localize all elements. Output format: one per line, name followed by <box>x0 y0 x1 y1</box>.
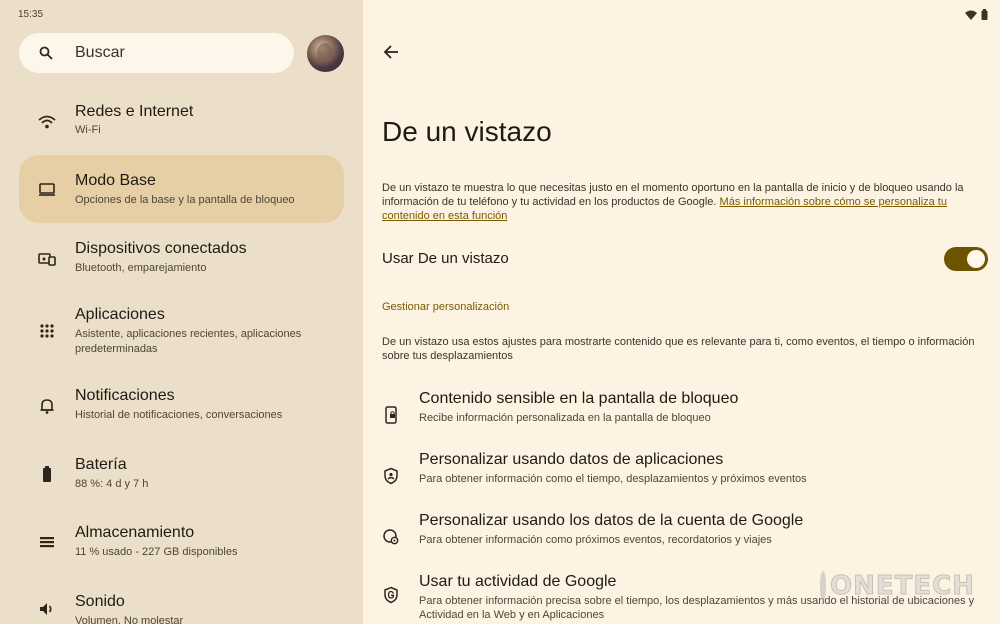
account-gear-icon <box>383 529 399 545</box>
sidebar-item-subtitle: Bluetooth, emparejamiento <box>75 262 207 274</box>
main-toggle-switch[interactable] <box>944 247 988 271</box>
bell-icon <box>40 399 54 414</box>
battery-status-icon <box>981 9 988 20</box>
switch-label: Usar De un vistazo <box>382 250 509 267</box>
search-label: Buscar <box>75 44 125 61</box>
sidebar-item-sound[interactable]: Sonido Volumen, No molestar <box>19 577 344 624</box>
sidebar-item-title: Redes e Internet <box>75 103 194 120</box>
section-heading: Gestionar personalización <box>382 301 510 313</box>
sidebar-item-subtitle: Opciones de la base y la pantalla de blo… <box>75 194 295 206</box>
sidebar-item-title: Batería <box>75 456 127 473</box>
shield-person-icon <box>384 467 398 485</box>
status-icons <box>965 9 988 20</box>
search-icon <box>39 46 53 60</box>
sidebar-item-subtitle: Historial de notificaciones, conversacio… <box>75 409 283 421</box>
apps-grid-icon <box>40 324 54 338</box>
sidebar-item-title: Dispositivos conectados <box>75 240 247 257</box>
sidebar-item-apps[interactable]: Aplicaciones Asistente, aplicaciones rec… <box>19 294 344 368</box>
sidebar-item-subtitle: Asistente, aplicaciones recientes, aplic… <box>75 328 302 355</box>
google-shield-icon <box>384 586 398 604</box>
sidebar-item-battery[interactable]: Batería 88 %: 4 d y 7 h <box>19 440 344 508</box>
back-arrow-icon[interactable] <box>383 44 399 60</box>
main-switch-row[interactable]: Usar De un vistazo <box>382 246 988 272</box>
option-title: Usar tu actividad de Google <box>419 573 617 590</box>
option-personalize-app-data[interactable]: Personalizar usando datos de aplicacione… <box>382 451 988 501</box>
watermark-circle-icon <box>820 571 826 601</box>
sidebar-item-title: Modo Base <box>75 172 156 189</box>
search-bar[interactable]: Buscar <box>19 33 294 73</box>
option-lockscreen-sensitive[interactable]: Contenido sensible en la pantalla de blo… <box>382 390 988 440</box>
storage-icon <box>40 537 54 548</box>
page-title: De un vistazo <box>382 116 552 147</box>
sidebar-item-storage[interactable]: Almacenamiento 11 % usado - 227 GB dispo… <box>19 508 344 576</box>
option-personalize-account-data[interactable]: Personalizar usando los datos de la cuen… <box>382 512 988 562</box>
sidebar-item-title: Sonido <box>75 593 125 610</box>
watermark-logo: ONETECH <box>820 566 974 606</box>
sidebar-item-subtitle: 88 %: 4 d y 7 h <box>75 478 149 490</box>
status-time: 15:35 <box>18 9 44 20</box>
sidebar-item-dock-mode[interactable]: Modo Base Opciones de la base y la panta… <box>19 155 344 223</box>
battery-icon <box>43 466 51 482</box>
sidebar-item-subtitle: Wi-Fi <box>75 124 101 136</box>
dock-icon <box>39 183 55 196</box>
page-description: De un vistazo te muestra lo que necesita… <box>382 181 972 223</box>
sidebar-item-notifications[interactable]: Notificaciones Historial de notificacion… <box>19 372 344 440</box>
wifi-icon <box>38 115 56 129</box>
watermark-text: ONETECH <box>830 571 975 602</box>
sidebar-item-subtitle: 11 % usado - 227 GB disponibles <box>75 546 238 558</box>
wifi-status-icon <box>965 10 977 20</box>
avatar[interactable] <box>307 35 344 72</box>
devices-icon <box>38 253 56 266</box>
sidebar-item-network[interactable]: Redes e Internet Wi-Fi <box>19 88 344 156</box>
sidebar-item-subtitle: Volumen, No molestar <box>75 615 184 624</box>
toggle-knob <box>967 250 985 268</box>
sidebar-item-title: Aplicaciones <box>75 306 165 323</box>
detail-pane: De un vistazo De un vistazo te muestra l… <box>363 0 1000 624</box>
option-title: Personalizar usando los datos de la cuen… <box>419 512 804 529</box>
section-description: De un vistazo usa estos ajustes para mos… <box>382 336 975 362</box>
sidebar-item-connected-devices[interactable]: Dispositivos conectados Bluetooth, empar… <box>19 225 344 293</box>
sidebar-item-title: Notificaciones <box>75 387 175 404</box>
settings-sidebar: 15:35 Buscar Redes e Internet Wi-Fi Modo… <box>0 0 363 624</box>
volume-icon <box>40 603 52 615</box>
sidebar-item-title: Almacenamiento <box>75 524 195 541</box>
option-subtitle: Recibe información personalizada en la p… <box>419 412 711 424</box>
option-subtitle: Para obtener información como próximos e… <box>419 534 772 546</box>
option-title: Personalizar usando datos de aplicacione… <box>419 451 724 468</box>
option-title: Contenido sensible en la pantalla de blo… <box>419 390 739 407</box>
phone-lock-icon <box>385 406 397 424</box>
option-subtitle: Para obtener información como el tiempo,… <box>419 473 807 485</box>
